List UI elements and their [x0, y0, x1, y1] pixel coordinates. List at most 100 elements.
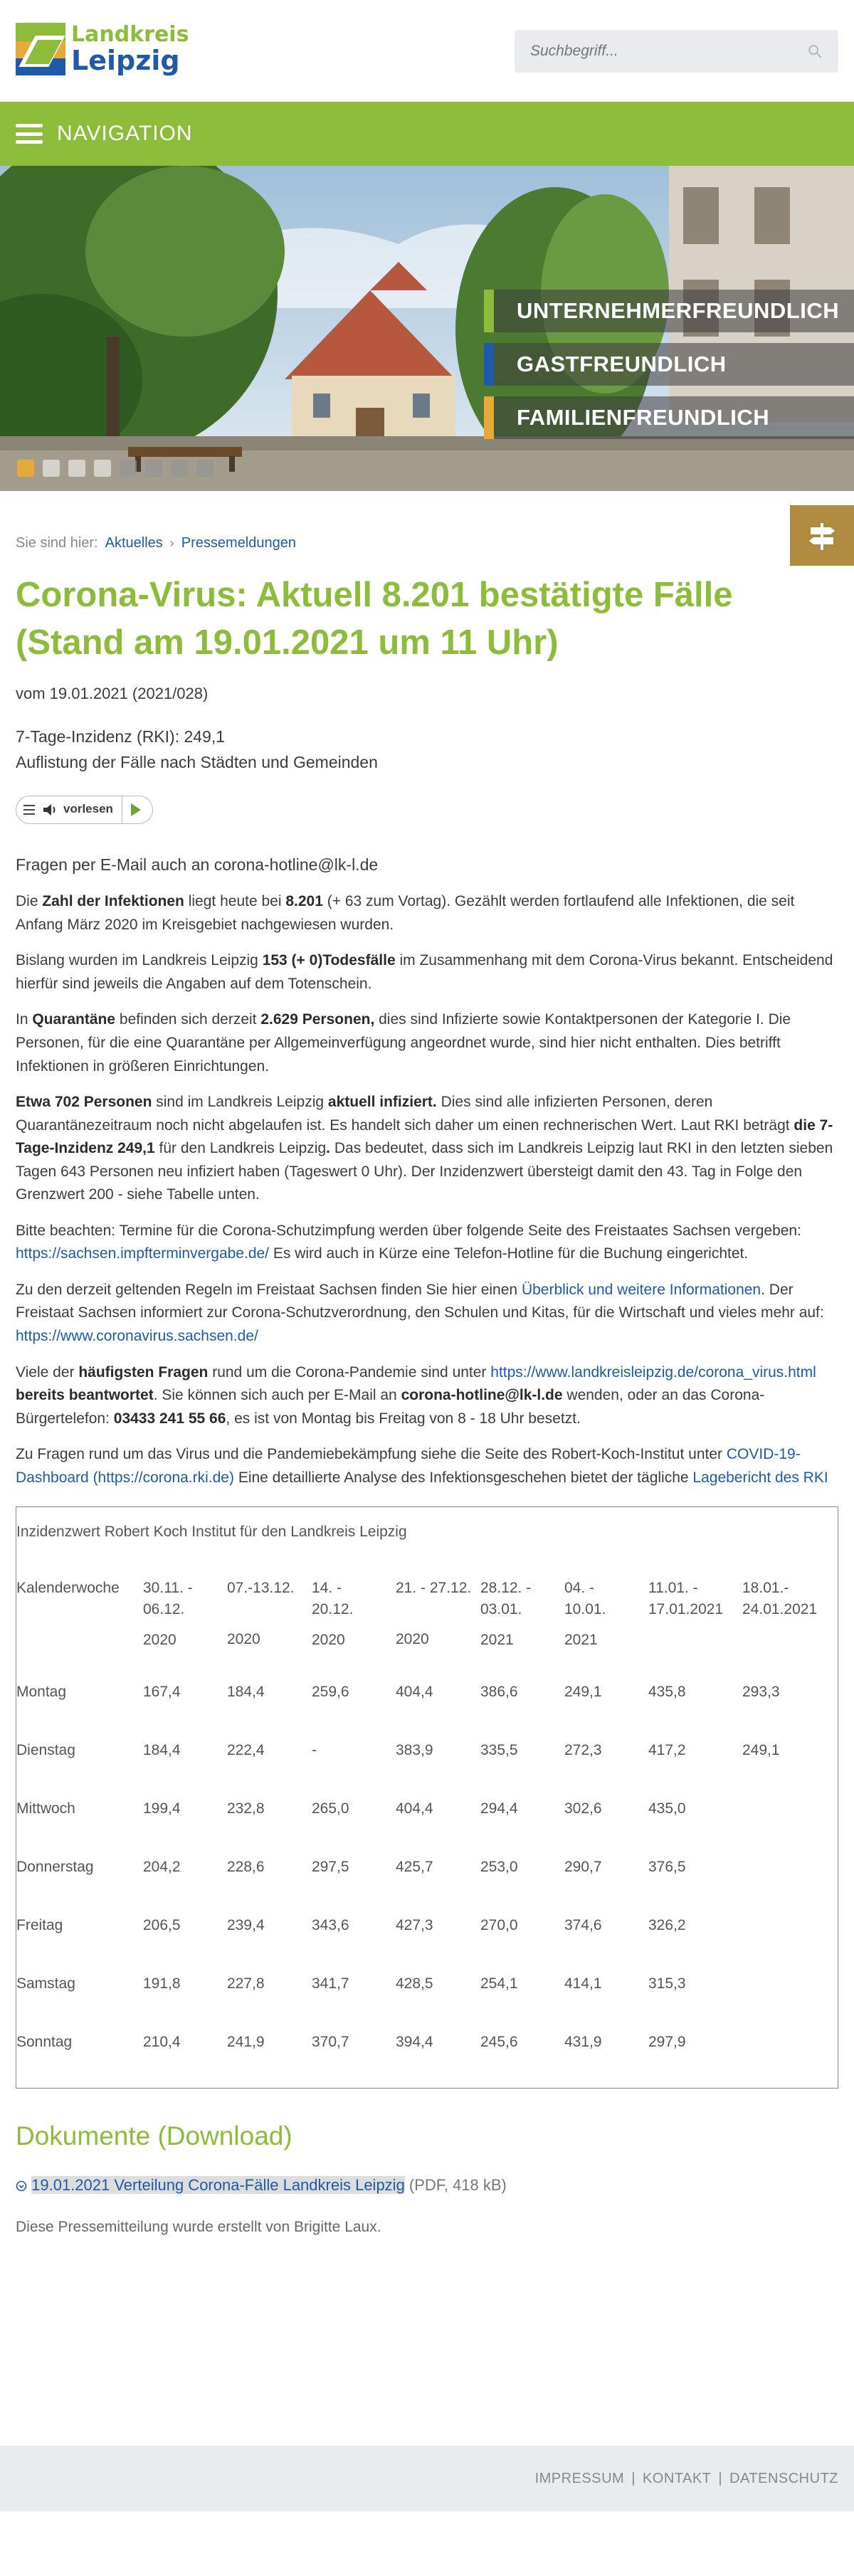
incidence-line: 7-Tage-Inzidenz (RKI): 249,1	[16, 727, 226, 746]
row-day-label: Montag	[16, 1684, 67, 1701]
hero-claims: UNTERNEHMERFREUNDLICH GASTFREUNDLICH FAM…	[484, 290, 854, 450]
table-cell: 228,6	[227, 1859, 265, 1876]
table-cell: 297,9	[648, 2034, 686, 2051]
play-icon[interactable]	[130, 803, 141, 816]
slider-dot[interactable]	[196, 460, 214, 477]
table-cell: 191,8	[143, 1975, 181, 1992]
navigation-label[interactable]: NAVIGATION	[57, 117, 193, 151]
slider-dot[interactable]	[145, 460, 162, 477]
column-header-line: 24.01.2021	[742, 1601, 818, 1618]
page-title: Corona-Virus: Aktuell 8.201 bestätigte F…	[16, 576, 733, 662]
coronavirus-sachsen-link[interactable]: https://www.coronavirus.sachsen.de/	[16, 1328, 258, 1344]
footer-datenschutz-link[interactable]: DATENSCHUTZ	[729, 2468, 838, 2490]
table-column-header: 28.12. - 03.01. 2021	[480, 1543, 564, 1665]
column-header-line: 30.11. -	[143, 1579, 193, 1596]
faq-link[interactable]: https://www.landkreisleipzig.de/corona_v…	[490, 1364, 816, 1381]
footer-separator: |	[718, 2470, 723, 2486]
table-cell: 427,3	[396, 1917, 433, 1934]
rki-report-link[interactable]: Lagebericht des RKI	[692, 1469, 828, 1486]
table-cell: 294,4	[480, 1800, 518, 1817]
site-logo[interactable]: Landkreis Leipzig	[16, 23, 189, 75]
column-header-line: 2020	[227, 1631, 260, 1648]
table-cell: 341,7	[312, 1975, 349, 1992]
breadcrumb-aktuelles[interactable]: Aktuelles	[105, 532, 163, 554]
read-aloud-widget[interactable]: vorlesen	[16, 795, 153, 824]
menu-icon[interactable]	[23, 804, 35, 815]
chevron-right-icon: ›	[169, 535, 174, 550]
paragraph-faq: Viele der häufigsten Fragen rund um die …	[16, 1363, 816, 1427]
table-cell: 206,5	[143, 1917, 181, 1934]
table-cell: 254,1	[480, 1975, 518, 1992]
footer-kontakt-link[interactable]: KONTAKT	[643, 2468, 711, 2490]
incidence-table: Inzidenzwert Robert Koch Institut für de…	[16, 1506, 838, 2089]
slider-dot[interactable]	[68, 460, 85, 477]
table-cell: 293,3	[742, 1684, 780, 1701]
table-cell: 210,4	[143, 2034, 181, 2051]
rules-overview-link[interactable]: Überblick und weitere Informationen	[522, 1282, 761, 1298]
table-cell: 270,0	[480, 1917, 518, 1934]
table-column-header: 30.11. - 06.12. 2020	[143, 1543, 227, 1665]
slider-dot[interactable]	[94, 460, 111, 477]
logo-line2: Leipzig	[71, 45, 180, 76]
breadcrumb-pressemeldungen[interactable]: Pressemeldungen	[181, 532, 296, 554]
author-note: Diese Pressemitteilung wurde erstellt vo…	[16, 2219, 381, 2236]
column-header-line: 20.12.	[312, 1601, 354, 1618]
column-header-line: 03.01.	[480, 1601, 522, 1618]
downloads-heading: Dokumente (Download)	[16, 2121, 292, 2151]
list-line: Auflistung der Fälle nach Städten und Ge…	[16, 752, 378, 771]
table-cell: -	[312, 1742, 317, 1759]
download-meta: (PDF, 418 kB)	[404, 2176, 507, 2195]
table-row: Samstag 191,8 227,8 341,7 428,5 254,1 414,1 315…	[16, 1957, 838, 2015]
slider-dot[interactable]	[120, 460, 137, 477]
read-aloud-label[interactable]: vorlesen	[63, 800, 113, 818]
table-cell: 232,8	[227, 1800, 265, 1817]
paragraph-quarantine: In Quarantäne befinden sich derzeit 2.62…	[16, 1011, 791, 1075]
site-footer: IMPRESSUM | KONTAKT | DATENSCHUTZ	[0, 2446, 854, 2511]
table-cell	[742, 1957, 838, 2015]
column-header-line	[396, 1599, 480, 1620]
table-cell: 376,5	[648, 1859, 686, 1876]
breadcrumb: Sie sind hier: Aktuelles › Pressemeldung…	[16, 491, 838, 554]
table-row: Montag 167,4 184,4 259,6 404,4 386,6 249,1 435,…	[16, 1665, 838, 1724]
table-cell: 272,3	[564, 1742, 602, 1759]
slider-dot[interactable]	[171, 460, 188, 477]
paragraph-deaths: Bislang wurden im Landkreis Leipzig 153 …	[16, 952, 833, 992]
signpost-button[interactable]	[790, 505, 854, 566]
logo-icon	[16, 23, 65, 75]
column-header-line: 04. -	[564, 1579, 595, 1596]
table-column-header: 11.01. - 17.01.2021	[648, 1543, 742, 1665]
column-header-line: 18.01.-	[742, 1579, 789, 1596]
column-header-line	[742, 1630, 838, 1651]
row-day-label: Mittwoch	[16, 1800, 75, 1817]
table-column-header: 14. - 20.12. 2020	[312, 1543, 396, 1665]
navigation-bar[interactable]: NAVIGATION	[0, 102, 854, 166]
row-day-label: Donnerstag	[16, 1859, 94, 1876]
slider-dot[interactable]	[17, 460, 34, 477]
hamburger-menu-icon[interactable]	[16, 124, 43, 144]
claim-gastfreundlich: GASTFREUNDLICH	[484, 343, 854, 386]
table-cell: 335,5	[480, 1742, 518, 1759]
table-cell: 204,2	[143, 1859, 181, 1876]
claim-label: FAMILIENFREUNDLICH	[517, 404, 770, 430]
column-header-line: 2020	[312, 1631, 345, 1648]
footer-impressum-link[interactable]: IMPRESSUM	[535, 2468, 625, 2490]
column-header-line: 2021	[564, 1631, 598, 1648]
vaccination-link[interactable]: https://sachsen.impfterminvergabe.de/	[16, 1245, 269, 1262]
row-day-label: Freitag	[16, 1917, 63, 1934]
search-icon[interactable]	[807, 43, 823, 59]
table-column-header: 21. - 27.12. 2020	[396, 1543, 480, 1665]
paragraph-rki: Zu Fragen rund um das Virus und die Pand…	[16, 1446, 828, 1486]
table-cell: 394,4	[396, 2034, 433, 2051]
main-content: Sie sind hier: Aktuelles › Pressemeldung…	[0, 491, 854, 2239]
table-cell: 435,0	[648, 1800, 686, 1817]
speaker-icon	[43, 803, 56, 815]
search-input[interactable]	[530, 43, 807, 60]
page: Landkreis Leipzig NAVIGATION	[0, 0, 854, 2576]
slider-dot[interactable]	[43, 460, 60, 477]
row-day-label: Sonntag	[16, 2034, 73, 2051]
paragraph-rules: Zu den derzeit geltenden Regeln im Freis…	[16, 1281, 824, 1345]
article-date: vom 19.01.2021 (2021/028)	[16, 685, 209, 703]
table-cell: 199,4	[143, 1800, 181, 1817]
table-cell: 241,9	[227, 2034, 265, 2051]
download-link[interactable]: 19.01.2021 Verteilung Corona-Fälle Landk…	[31, 2176, 405, 2195]
